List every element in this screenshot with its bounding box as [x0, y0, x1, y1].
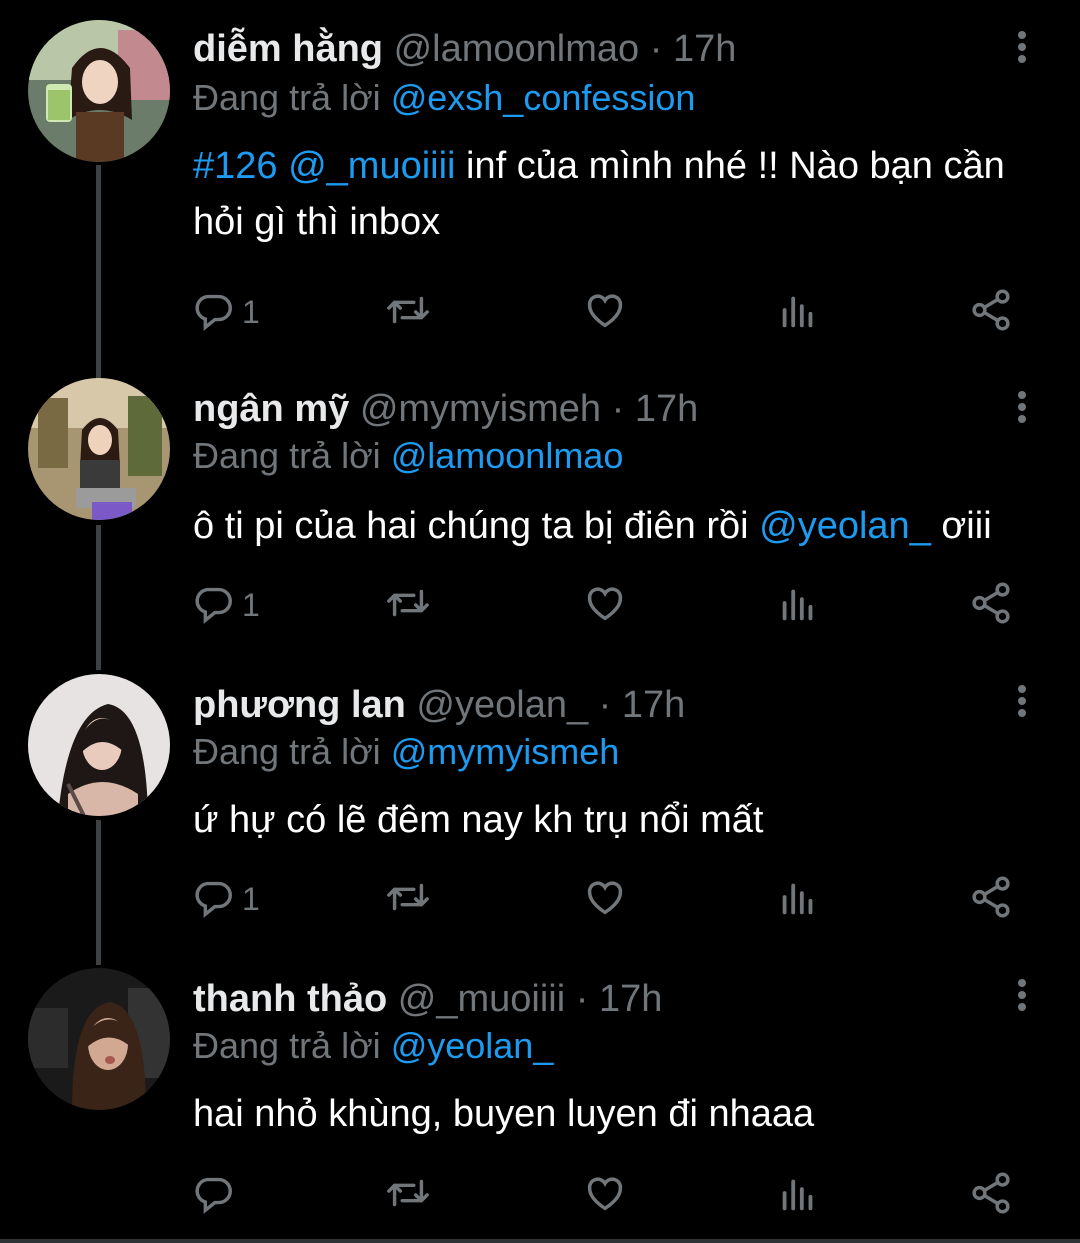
tweet[interactable]: ngân mỹ @mymyismeh · 17h Đang trả lời @l… — [0, 362, 1080, 662]
display-name[interactable]: ngân mỹ — [193, 388, 349, 430]
share-button[interactable] — [968, 287, 1014, 337]
views-icon — [775, 287, 821, 338]
retweet-button[interactable] — [383, 874, 433, 924]
reply-icon — [190, 287, 236, 338]
views-icon — [775, 874, 821, 925]
reply-to-handle[interactable]: @yeolan_ — [391, 1025, 554, 1066]
tweet-actions: 1 — [190, 580, 1030, 630]
tweet-header: thanh thảo @_muoiiii · 17h — [193, 976, 662, 1022]
replying-to: Đang trả lời @lamoonlmao — [193, 434, 623, 478]
views-icon — [775, 1170, 821, 1221]
heart-icon — [582, 874, 628, 925]
replying-to: Đang trả lời @mymyismeh — [193, 730, 619, 774]
retweet-icon — [383, 287, 433, 338]
avatar[interactable] — [28, 20, 170, 162]
retweet-icon — [383, 580, 433, 631]
replying-prefix: Đang trả lời — [193, 435, 381, 476]
tweet-text-part: ứ hự có lẽ đêm nay kh trụ nổi mất — [193, 799, 764, 841]
timestamp[interactable]: · 17h — [612, 388, 699, 430]
more-options-icon[interactable] — [1008, 684, 1036, 720]
reply-to-handle[interactable]: @lamoonlmao — [391, 435, 624, 476]
share-icon — [968, 1170, 1014, 1221]
views-icon — [775, 580, 821, 631]
tweet-header: phương lan @yeolan_ · 17h — [193, 682, 685, 728]
replying-to: Đang trả lời @yeolan_ — [193, 1024, 553, 1068]
timestamp[interactable]: · 17h — [576, 978, 663, 1020]
avatar[interactable] — [28, 378, 170, 520]
reply-count: 1 — [242, 880, 260, 917]
tweet-text: #126 @_muoiiii inf của mình nhé !! Nào b… — [193, 138, 1053, 250]
tweet-link-text[interactable]: @yeolan_ — [759, 505, 931, 547]
display-name[interactable]: diễm hằng — [193, 28, 383, 70]
reply-button[interactable]: 1 — [190, 580, 260, 630]
like-button[interactable] — [582, 287, 628, 337]
reply-button[interactable]: 1 — [190, 287, 260, 337]
replying-to: Đang trả lời @exsh_confession — [193, 76, 695, 120]
retweet-icon — [383, 874, 433, 925]
retweet-button[interactable] — [383, 287, 433, 337]
handle[interactable]: @mymyismeh — [360, 388, 601, 430]
share-button[interactable] — [968, 874, 1014, 924]
reply-count: 1 — [242, 586, 260, 623]
display-name[interactable]: thanh thảo — [193, 978, 387, 1020]
tweet-header: diễm hằng @lamoonlmao · 17h — [193, 26, 736, 72]
tweet-text: ô ti pi của hai chúng ta bị điên rồi @ye… — [193, 498, 1053, 554]
reply-to-handle[interactable]: @exsh_confession — [391, 77, 696, 118]
reply-icon — [190, 580, 236, 631]
tweet[interactable]: thanh thảo @_muoiiii · 17h Đang trả lời … — [0, 952, 1080, 1243]
heart-icon — [582, 580, 628, 631]
share-button[interactable] — [968, 1170, 1014, 1220]
share-button[interactable] — [968, 580, 1014, 630]
views-button[interactable] — [775, 580, 821, 630]
heart-icon — [582, 1170, 628, 1221]
display-name[interactable]: phương lan — [193, 684, 406, 726]
reply-button[interactable] — [190, 1170, 242, 1220]
bottom-divider — [0, 1239, 1080, 1243]
more-options-icon[interactable] — [1008, 978, 1036, 1014]
tweet-text-part: ô ti pi của hai chúng ta bị điên rồi — [193, 505, 760, 547]
like-button[interactable] — [582, 1170, 628, 1220]
reply-count: 1 — [242, 293, 260, 330]
tweet-text-part: hai nhỏ khùng, buyen luyen đi nhaaa — [193, 1093, 815, 1135]
retweet-button[interactable] — [383, 1170, 433, 1220]
avatar[interactable] — [28, 968, 170, 1110]
tweet-link-text[interactable]: #126 @_muoiiii — [193, 145, 456, 187]
tweet-text: ứ hự có lẽ đêm nay kh trụ nổi mất — [193, 792, 1053, 848]
timestamp[interactable]: · 17h — [650, 28, 737, 70]
reply-thread: diễm hằng @lamoonlmao · 17h Đang trả lời… — [0, 0, 1080, 1243]
tweet[interactable]: phương lan @yeolan_ · 17h Đang trả lời @… — [0, 658, 1080, 958]
tweet-text-part: ơiii — [930, 505, 992, 547]
reply-icon — [190, 1170, 236, 1221]
more-options-icon[interactable] — [1008, 390, 1036, 426]
retweet-button[interactable] — [383, 580, 433, 630]
like-button[interactable] — [582, 874, 628, 924]
views-button[interactable] — [775, 874, 821, 924]
reply-icon — [190, 874, 236, 925]
share-icon — [968, 580, 1014, 631]
tweet-actions: 1 — [190, 874, 1030, 924]
replying-prefix: Đang trả lời — [193, 77, 381, 118]
avatar[interactable] — [28, 674, 170, 816]
tweet[interactable]: diễm hằng @lamoonlmao · 17h Đang trả lời… — [0, 0, 1080, 365]
handle[interactable]: @yeolan_ — [416, 684, 588, 726]
replying-prefix: Đang trả lời — [193, 1025, 381, 1066]
tweet-actions — [190, 1170, 1030, 1220]
handle[interactable]: @lamoonlmao — [394, 28, 640, 70]
retweet-icon — [383, 1170, 433, 1221]
tweet-header: ngân mỹ @mymyismeh · 17h — [193, 386, 698, 432]
reply-to-handle[interactable]: @mymyismeh — [391, 731, 620, 772]
share-icon — [968, 874, 1014, 925]
timestamp[interactable]: · 17h — [599, 684, 686, 726]
handle[interactable]: @_muoiiii — [398, 978, 565, 1020]
tweet-actions: 1 — [190, 287, 1030, 337]
views-button[interactable] — [775, 287, 821, 337]
more-options-icon[interactable] — [1008, 30, 1036, 66]
heart-icon — [582, 287, 628, 338]
replying-prefix: Đang trả lời — [193, 731, 381, 772]
tweet-text: hai nhỏ khùng, buyen luyen đi nhaaa — [193, 1086, 1053, 1142]
views-button[interactable] — [775, 1170, 821, 1220]
reply-button[interactable]: 1 — [190, 874, 260, 924]
share-icon — [968, 287, 1014, 338]
like-button[interactable] — [582, 580, 628, 630]
